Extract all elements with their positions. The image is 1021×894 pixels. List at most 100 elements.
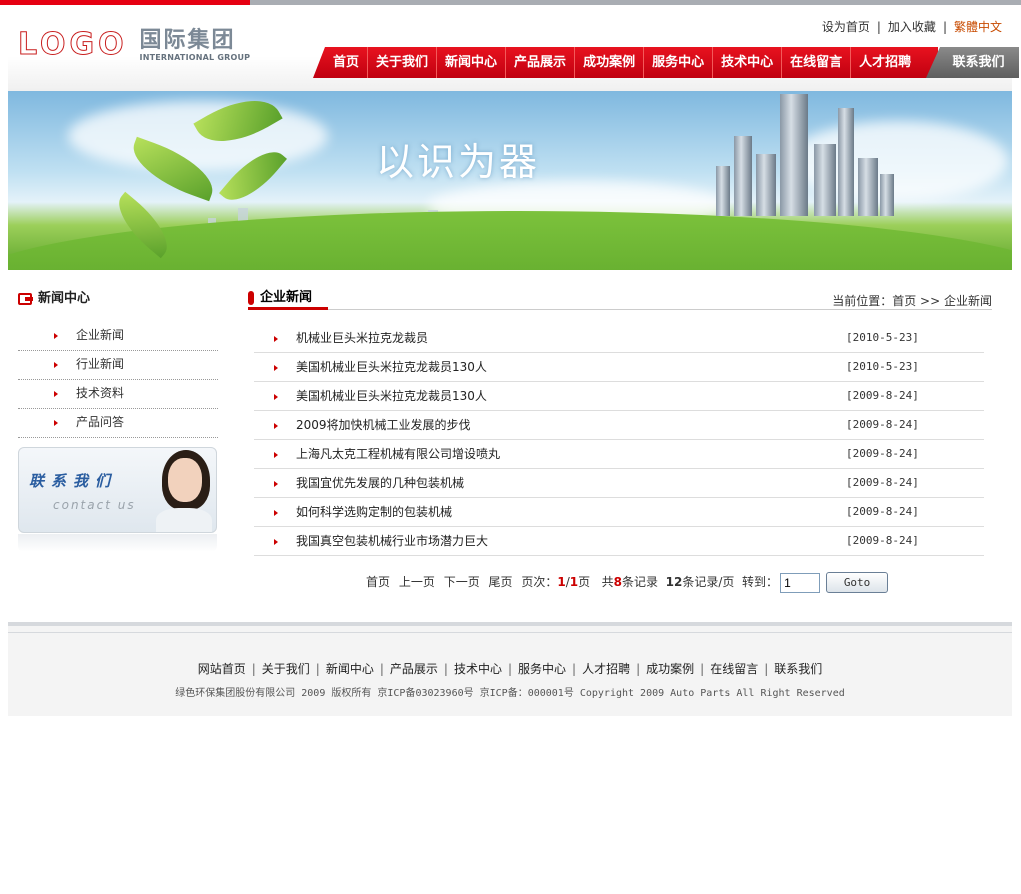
- breadcrumb-home[interactable]: 首页: [892, 294, 916, 308]
- footer-link-message[interactable]: 在线留言: [710, 662, 758, 676]
- news-row[interactable]: 上海凡太克工程机械有限公司增设喷丸 [2009-8-24]: [254, 440, 984, 469]
- traditional-chinese-link[interactable]: 繁體中文: [954, 20, 1002, 34]
- divider: |: [251, 662, 256, 676]
- arrow-right-icon: [274, 452, 278, 458]
- logo-mark: LOGO: [18, 27, 128, 62]
- skyscraper: [838, 108, 854, 216]
- total-pages: 1: [569, 575, 579, 589]
- footer-link-cases[interactable]: 成功案例: [646, 662, 694, 676]
- sidebar-item-tech-docs[interactable]: 技术资料: [18, 380, 218, 409]
- contact-us-banner[interactable]: 联系我们 contact us: [18, 447, 217, 533]
- news-date: [2009-8-24]: [846, 505, 919, 518]
- title-marker: [248, 291, 254, 305]
- divider: |: [572, 662, 577, 676]
- page-label: 页次：: [521, 575, 558, 589]
- footer-link-contact[interactable]: 联系我们: [774, 662, 822, 676]
- news-date: [2010-5-23]: [846, 360, 919, 373]
- sidebar-item-industry-news[interactable]: 行业新闻: [18, 351, 218, 380]
- sidebar-item-label: 技术资料: [76, 386, 125, 400]
- news-title[interactable]: 如何科学选购定制的包装机械: [296, 498, 452, 526]
- footer-link-jobs[interactable]: 人才招聘: [582, 662, 630, 676]
- nav-item-news[interactable]: 新闻中心: [437, 47, 507, 78]
- goto-page-input[interactable]: [780, 572, 821, 593]
- hero-banner: 以识为器: [8, 91, 1012, 270]
- sidebar-item-label: 行业新闻: [76, 357, 125, 371]
- main-nav: 首页 关于我们 新闻中心 产品展示 成功案例 服务中心 技术中心 在线留言 人才…: [313, 47, 1019, 78]
- section-header: 企业新闻 当前位置：首页 >> 企业新闻: [248, 288, 992, 310]
- news-title[interactable]: 上海凡太克工程机械有限公司增设喷丸: [296, 440, 500, 468]
- nav-item-message[interactable]: 在线留言: [782, 47, 852, 78]
- arrow-right-icon: [274, 365, 278, 371]
- news-title[interactable]: 2009将加快机械工业发展的步伐: [296, 411, 471, 439]
- per-page-suffix: 条记录/页: [682, 575, 735, 589]
- banner-slogan: 以识为器: [376, 140, 541, 184]
- site-logo[interactable]: LOGO 国际集团 INTERNATIONAL GROUP: [18, 27, 251, 63]
- news-row[interactable]: 2009将加快机械工业发展的步伐 [2009-8-24]: [254, 411, 984, 440]
- news-row[interactable]: 我国宜优先发展的几种包装机械 [2009-8-24]: [254, 469, 984, 498]
- news-title[interactable]: 机械业巨头米拉克龙裁员: [296, 324, 428, 352]
- sidebar-item-label: 产品问答: [76, 415, 125, 429]
- logo-text: 国际集团 INTERNATIONAL GROUP: [140, 29, 251, 63]
- cloud: [68, 101, 328, 171]
- footer-link-products[interactable]: 产品展示: [390, 662, 438, 676]
- nav-item-service[interactable]: 服务中心: [644, 47, 714, 78]
- news-date: [2010-5-23]: [846, 331, 919, 344]
- footer-link-service[interactable]: 服务中心: [518, 662, 566, 676]
- per-page-count: 12: [665, 575, 683, 589]
- arrow-right-icon: [274, 539, 278, 545]
- arrow-right-icon: [274, 510, 278, 516]
- contact-reflection: [18, 534, 217, 552]
- divider: |: [443, 662, 448, 676]
- nav-item-contact[interactable]: 联系我们: [926, 47, 1019, 78]
- news-row[interactable]: 机械业巨头米拉克龙裁员 [2010-5-23]: [254, 324, 984, 353]
- footer-link-tech[interactable]: 技术中心: [454, 662, 502, 676]
- last-page-link[interactable]: 尾页: [489, 575, 513, 589]
- first-page-link[interactable]: 首页: [366, 575, 390, 589]
- nav-items: 首页 关于我们 新闻中心 产品展示 成功案例 服务中心 技术中心 在线留言 人才…: [325, 47, 919, 78]
- skyscraper: [780, 94, 808, 216]
- add-bookmark-link[interactable]: 加入收藏: [888, 20, 936, 34]
- next-page-link[interactable]: 下一页: [444, 575, 480, 589]
- nav-item-jobs[interactable]: 人才招聘: [851, 47, 919, 78]
- footer-link-home[interactable]: 网站首页: [198, 662, 246, 676]
- set-homepage-link[interactable]: 设为首页: [822, 20, 870, 34]
- news-date: [2009-8-24]: [846, 418, 919, 431]
- footer-link-about[interactable]: 关于我们: [262, 662, 310, 676]
- sidebar-item-label: 企业新闻: [76, 328, 125, 342]
- nav-item-home[interactable]: 首页: [325, 47, 369, 78]
- goto-button[interactable]: Goto: [826, 572, 889, 593]
- footer-links: 网站首页 | 关于我们 | 新闻中心 | 产品展示 | 技术中心 | 服务中心 | 人才招聘 | 成功案例 |…: [8, 660, 1012, 677]
- arrow-right-icon: [54, 420, 58, 426]
- news-row[interactable]: 美国机械业巨头米拉克龙裁员130人 [2010-5-23]: [254, 353, 984, 382]
- skyscraper: [858, 158, 878, 216]
- sidebar-item-company-news[interactable]: 企业新闻: [18, 322, 218, 351]
- footer-link-news[interactable]: 新闻中心: [326, 662, 374, 676]
- news-title[interactable]: 美国机械业巨头米拉克龙裁员130人: [296, 382, 487, 410]
- news-title[interactable]: 我国宜优先发展的几种包装机械: [296, 469, 464, 497]
- logo-name-en: INTERNATIONAL GROUP: [139, 53, 251, 62]
- skyscraper: [814, 144, 836, 216]
- nav-item-products[interactable]: 产品展示: [506, 47, 576, 78]
- agent-face: [168, 458, 202, 502]
- nav-item-about[interactable]: 关于我们: [368, 47, 438, 78]
- sidebar-item-product-faq[interactable]: 产品问答: [18, 409, 218, 438]
- breadcrumb-separator: >>: [920, 294, 941, 308]
- divider: |: [636, 662, 641, 676]
- arrow-box-icon: [18, 293, 33, 305]
- sidebar-list: 企业新闻 行业新闻 技术资料 产品问答: [18, 322, 218, 438]
- nav-item-tech[interactable]: 技术中心: [713, 47, 783, 78]
- news-row[interactable]: 如何科学选购定制的包装机械 [2009-8-24]: [254, 498, 984, 527]
- prev-page-link[interactable]: 上一页: [399, 575, 435, 589]
- news-date: [2009-8-24]: [846, 534, 919, 547]
- sidebar-title-text: 新闻中心: [38, 291, 91, 306]
- agent-shirt: [156, 508, 212, 532]
- news-row[interactable]: 我国真空包装机械行业市场潜力巨大 [2009-8-24]: [254, 527, 984, 556]
- breadcrumb: 当前位置：首页 >> 企业新闻: [832, 292, 992, 309]
- site-header: LOGO 国际集团 INTERNATIONAL GROUP 设为首页 | 加入收藏 |…: [8, 5, 1019, 91]
- divider: |: [876, 20, 881, 34]
- news-row[interactable]: 美国机械业巨头米拉克龙裁员130人 [2009-8-24]: [254, 382, 984, 411]
- news-title[interactable]: 美国机械业巨头米拉克龙裁员130人: [296, 353, 487, 381]
- nav-item-cases[interactable]: 成功案例: [575, 47, 645, 78]
- news-title[interactable]: 我国真空包装机械行业市场潜力巨大: [296, 527, 488, 555]
- breadcrumb-current[interactable]: 企业新闻: [944, 294, 992, 308]
